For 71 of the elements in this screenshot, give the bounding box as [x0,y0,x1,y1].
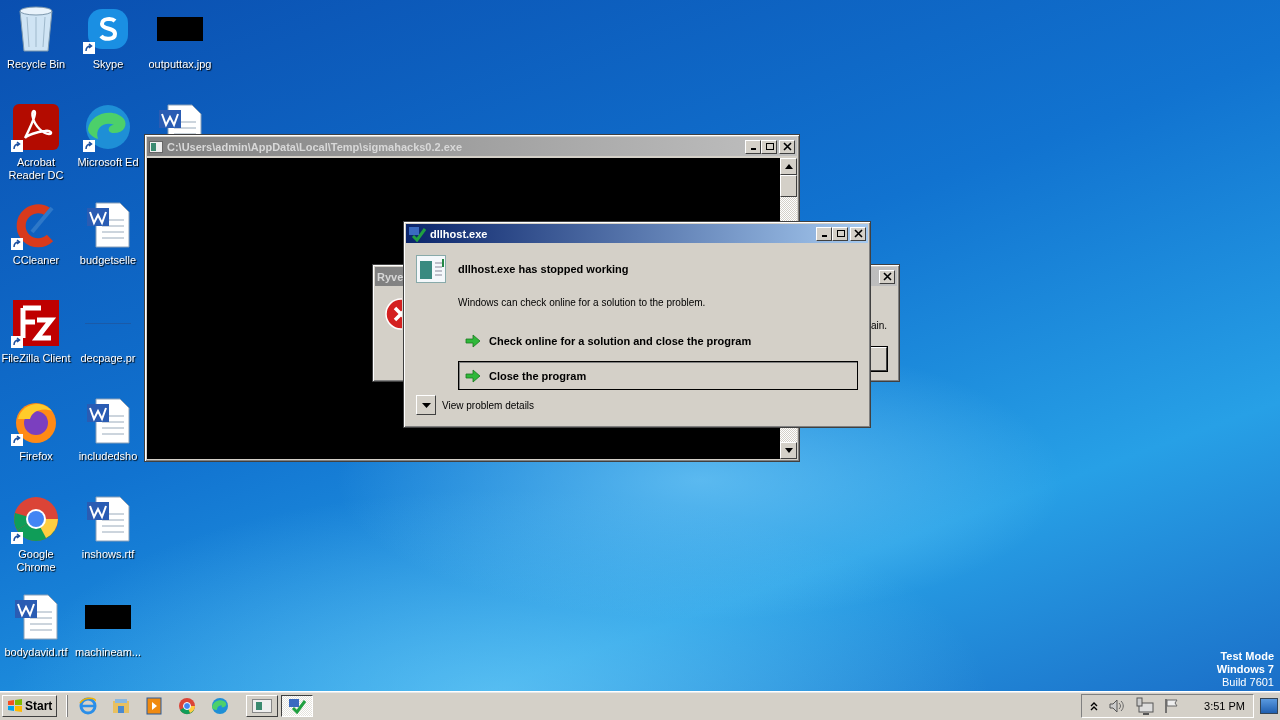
caret-down-icon [784,448,793,453]
window-title: C:\Users\admin\AppData\Local\Temp\sigmahacks0.2.exe [167,140,464,153]
scroll-up-button[interactable] [780,158,797,175]
browser-circle-icon [12,495,60,543]
chevron-up-icon[interactable] [1090,701,1099,711]
details-toggle-button[interactable] [416,395,436,415]
error-icon [385,298,402,330]
shield-check-icon [288,698,307,714]
arrow-right-icon [465,333,481,348]
desktop-icon-label[interactable]: outputtax.jpg [148,58,212,71]
desktop-icon-label[interactable]: decpage.pr [80,352,136,365]
start-button[interactable]: Start [2,695,58,717]
scroll-thumb[interactable] [780,175,797,197]
program-window-icon [416,255,446,283]
taskbar-window-button[interactable] [281,695,314,717]
close-button[interactable] [879,269,895,284]
browser-wave-icon [211,697,230,715]
browser-circle-icon [178,697,197,715]
clock[interactable]: 3:51 PM [1204,700,1245,712]
minimize-button[interactable] [745,139,761,154]
maximize-button[interactable] [761,139,777,154]
windows-flag-icon [7,699,23,713]
flag-icon[interactable] [1164,698,1181,714]
window-icon [252,699,273,713]
command-link[interactable]: Close the program [458,361,858,390]
desktop-icon-label[interactable]: bodydavid.rtf [4,646,68,659]
desktop-icon-label[interactable]: Acrobat Reader DC [1,156,71,182]
desktop-icon-label[interactable]: Google Chrome [1,548,71,574]
desktop-icon-label[interactable]: FileZilla Client [1,352,71,365]
desktop-icon-label[interactable]: Microsoft Ed [77,156,139,169]
maximize-icon [835,229,845,238]
dialog-description: Windows can check online for a solution to the problem. [458,297,707,308]
desktop-icon-label[interactable]: machineam... [75,646,141,659]
shield-check-icon [408,225,426,242]
desktop-icon-label[interactable]: Skype [92,58,124,71]
ftp-app-icon [13,300,59,346]
desktop-icon-label[interactable]: budgetselle [79,254,137,267]
speaker-icon[interactable] [1108,698,1127,714]
browser-wave-icon [84,103,132,151]
details-label[interactable]: View problem details [442,399,535,411]
minimize-button[interactable] [816,226,832,241]
play-icon [146,697,163,715]
desktop-icon-label[interactable]: includedsho [78,450,138,463]
error-message: ain. [870,320,887,331]
caret-icon [421,402,431,408]
maximize-icon [764,142,774,151]
arrow-right-icon [465,368,481,383]
desktop-icon-label[interactable]: Firefox [19,450,53,463]
show-desktop-button[interactable] [1260,698,1278,714]
window-title: dllhost.exe [430,227,489,240]
close-icon [853,229,863,238]
desktop-icon-label[interactable]: CCleaner [12,254,60,267]
desktop-icon-label[interactable]: Recycle Bin [6,58,66,71]
system-notice-text: Build 7601 [1222,676,1274,689]
dialog-heading: dllhost.exe has stopped working [458,263,629,275]
close-button[interactable] [850,226,866,241]
scroll-down-button[interactable] [780,442,797,459]
system-notice-text: Test Mode [1220,650,1274,663]
close-icon [782,142,792,151]
close-button[interactable] [779,139,795,154]
close-icon [882,272,892,281]
system-notice-text: Windows 7 [1216,663,1274,676]
desktop-icon-label[interactable]: inshows.rtf [81,548,135,561]
pdf-app-icon [13,104,59,150]
maximize-button[interactable] [832,226,848,241]
folder-icon [112,698,131,714]
network-icon[interactable] [1136,697,1155,715]
window-icon [149,140,163,153]
skype-icon [86,7,130,51]
browser-e-icon [79,697,98,715]
caret-up-icon [784,164,793,169]
